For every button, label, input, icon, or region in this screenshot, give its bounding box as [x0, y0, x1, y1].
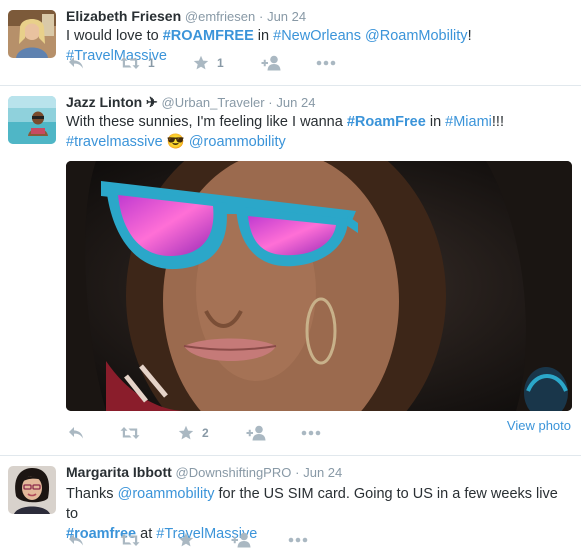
more-button[interactable] [301, 422, 321, 444]
reply-button[interactable] [68, 52, 84, 74]
user-handle[interactable]: @Urban_Traveler [162, 95, 265, 110]
tweet-actions: 2 [68, 422, 398, 444]
avatar[interactable] [8, 466, 56, 514]
avatar[interactable] [8, 96, 56, 144]
favorite-icon [178, 425, 194, 441]
view-photo-link[interactable]: View photo [507, 418, 571, 433]
sunglasses-emoji-icon: 😎 [166, 134, 185, 150]
hashtag-link[interactable]: #travelmassive [66, 134, 163, 150]
user-name[interactable]: Elizabeth Friesen [66, 8, 181, 24]
user-name[interactable]: Margarita Ibbott [66, 464, 172, 480]
favorite-button[interactable]: 1 [193, 52, 224, 74]
tweet-actions: 1 1 [68, 52, 398, 74]
reply-icon [68, 56, 84, 70]
user-handle[interactable]: @emfriesen [185, 9, 255, 24]
tweet-text: With these sunnies, I'm feeling like I w… [66, 112, 571, 152]
favorite-button[interactable] [178, 529, 202, 551]
separator: · [295, 465, 300, 480]
text-fragment: Thanks [66, 486, 118, 502]
retweet-count: 1 [148, 56, 155, 70]
user-handle[interactable]: @DownshiftingPRO [176, 465, 292, 480]
retweet-icon [120, 533, 140, 547]
retweet-button[interactable] [120, 529, 148, 551]
text-fragment: With these sunnies, I'm feeling like I w… [66, 114, 347, 130]
reply-button[interactable] [68, 529, 84, 551]
separator: · [268, 95, 273, 110]
text-fragment: in [425, 114, 446, 130]
plane-icon: ✈ [146, 94, 158, 110]
favorite-count: 2 [202, 426, 209, 440]
retweet-button[interactable]: 1 [120, 52, 155, 74]
follow-icon [231, 532, 253, 548]
selfie-photo-image [66, 161, 572, 411]
mention-link[interactable]: @roammobility [118, 486, 215, 502]
follow-button[interactable] [246, 422, 268, 444]
tweet-item[interactable]: Jazz Linton ✈ @Urban_Traveler · Jun 24 W… [0, 86, 581, 456]
retweet-button[interactable] [120, 422, 148, 444]
follow-icon [246, 425, 268, 441]
reply-icon [68, 426, 84, 440]
reply-icon [68, 533, 84, 547]
text-fragment: !!! [491, 114, 504, 130]
text-fragment: ! [467, 28, 472, 44]
tweet-header: Elizabeth Friesen @emfriesen · Jun 24 [66, 8, 306, 24]
tweet-item[interactable]: Margarita Ibbott @DownshiftingPRO · Jun … [0, 456, 581, 559]
text-fragment: in [253, 28, 274, 44]
tweet-header: Jazz Linton ✈ @Urban_Traveler · Jun 24 [66, 94, 315, 111]
more-icon [301, 430, 321, 436]
tweet-photo[interactable] [66, 161, 572, 411]
more-button[interactable] [316, 52, 336, 74]
favorite-count: 1 [217, 56, 224, 70]
tweet-date[interactable]: Jun 24 [303, 465, 342, 480]
favorite-icon [193, 55, 209, 71]
avatar[interactable] [8, 10, 56, 58]
separator: · [258, 9, 264, 24]
follow-button[interactable] [261, 52, 283, 74]
tweet-actions [68, 529, 398, 551]
hashtag-link[interactable]: #RoamFree [347, 114, 426, 130]
favorite-icon [178, 532, 194, 548]
retweet-icon [120, 56, 140, 70]
follow-icon [261, 55, 283, 71]
mention-link[interactable]: @roammobility [189, 134, 286, 150]
text-fragment: I would love to [66, 28, 163, 44]
tweet-date[interactable]: Jun 24 [267, 9, 306, 24]
hashtag-link[interactable]: #ROAMFREE [163, 28, 254, 44]
retweet-icon [120, 426, 140, 440]
favorite-button[interactable]: 2 [178, 422, 209, 444]
more-icon [288, 537, 308, 543]
tweet-item[interactable]: Elizabeth Friesen @emfriesen · Jun 24 I … [0, 0, 581, 86]
more-icon [316, 60, 336, 66]
hashtag-link[interactable]: #NewOrleans [273, 28, 361, 44]
reply-button[interactable] [68, 422, 84, 444]
follow-button[interactable] [231, 529, 253, 551]
user-name[interactable]: Jazz Linton [66, 94, 142, 110]
mention-link[interactable]: @RoamMobility [365, 28, 468, 44]
hashtag-link[interactable]: #Miami [445, 114, 492, 130]
tweet-date[interactable]: Jun 24 [276, 95, 315, 110]
tweet-header: Margarita Ibbott @DownshiftingPRO · Jun … [66, 464, 342, 480]
more-button[interactable] [288, 529, 308, 551]
